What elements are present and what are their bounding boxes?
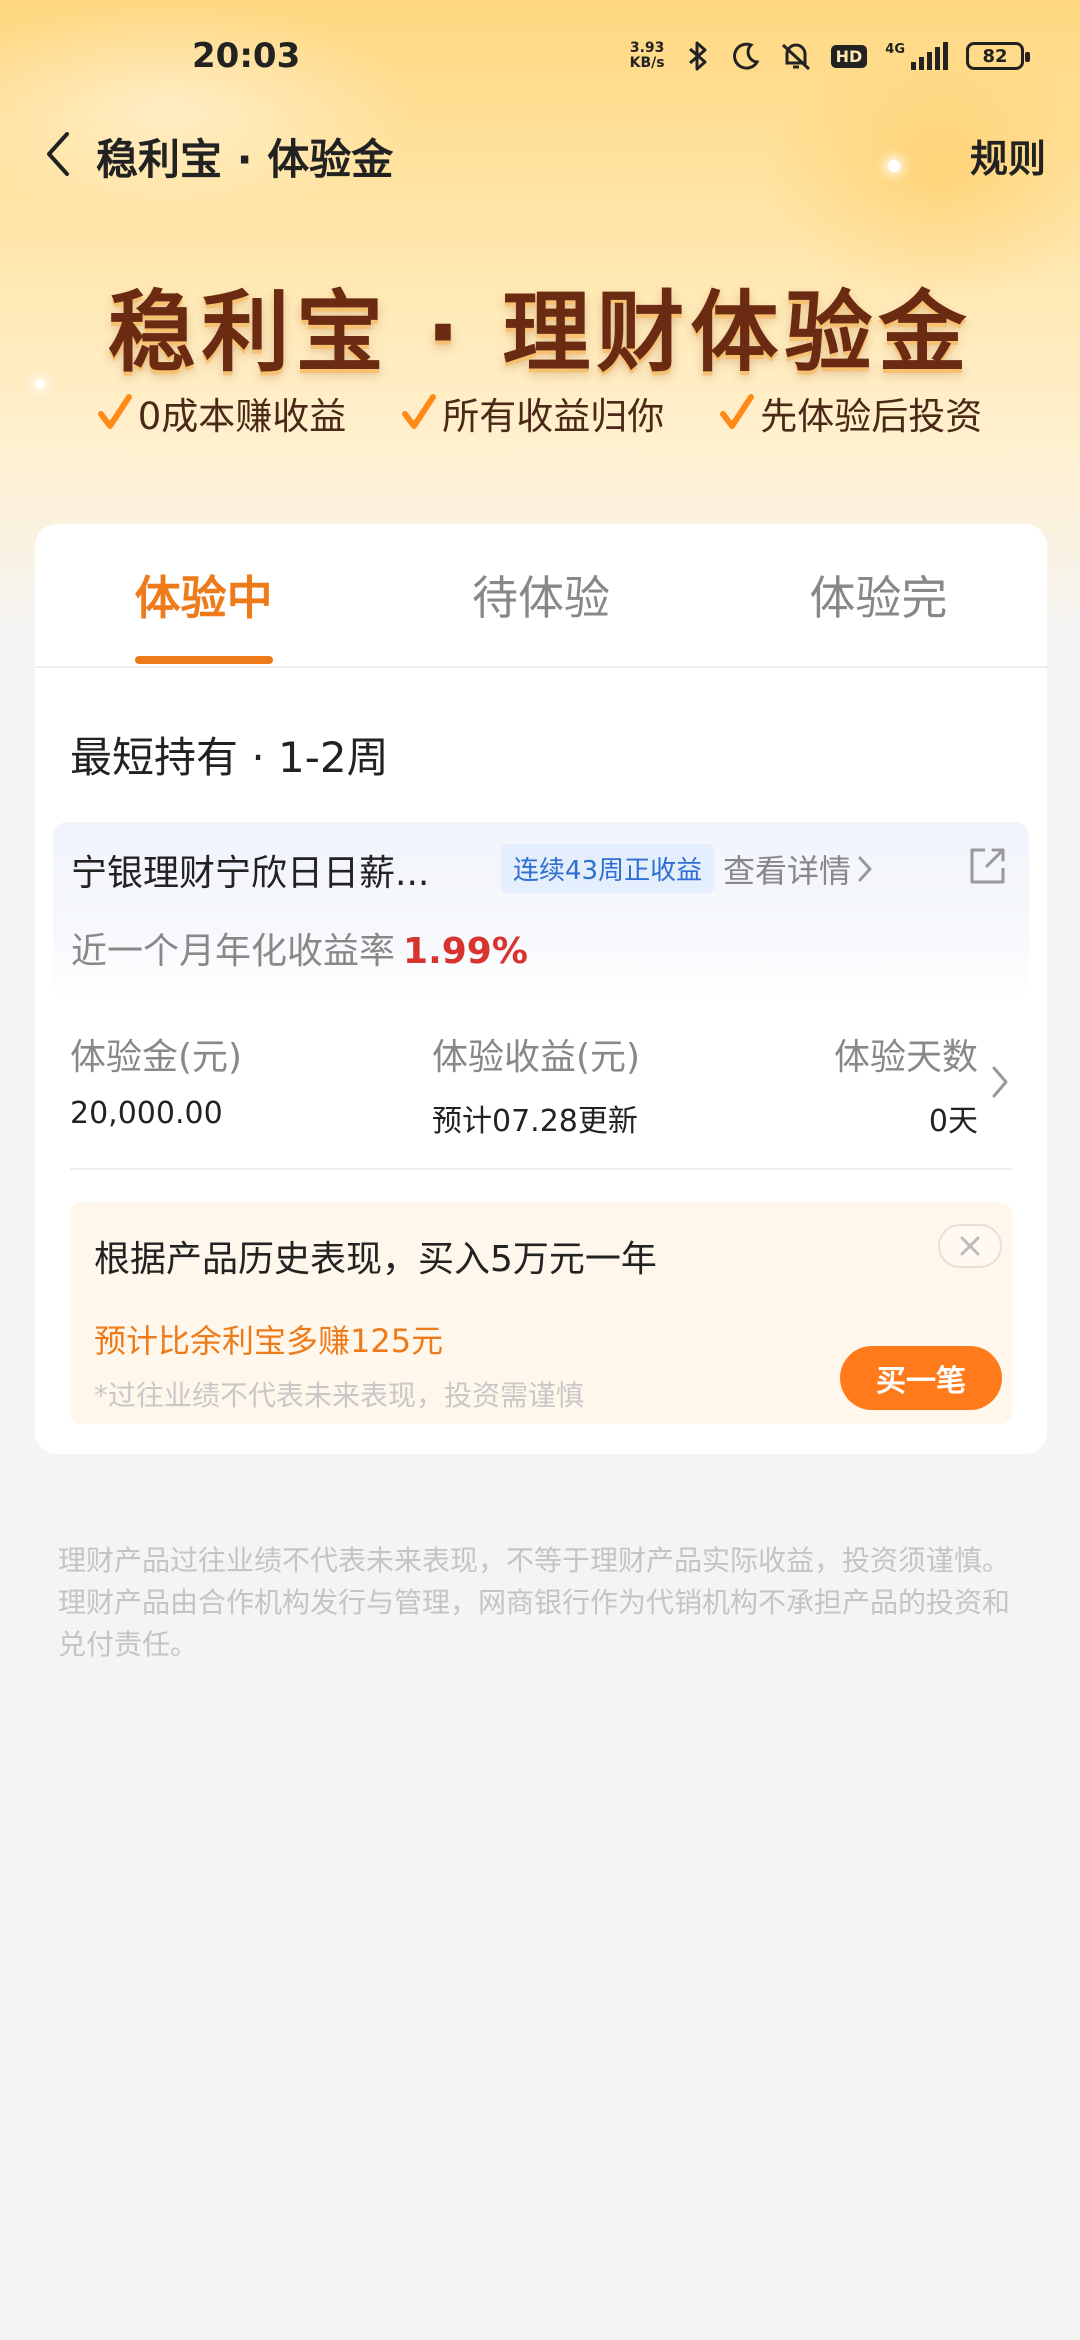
status-bar: 20:03 3.93 KB/s HD 4G 82	[0, 0, 1080, 110]
chevron-left-icon	[47, 132, 69, 176]
feature-item: 0成本赚收益	[97, 386, 347, 440]
feature-item: 所有收益归你	[402, 386, 664, 440]
network-speed-unit: KB/s	[629, 55, 665, 71]
close-icon	[960, 1236, 980, 1256]
stat-value: 0天	[928, 1104, 978, 1139]
tab-in-experience[interactable]: 体验中	[35, 524, 372, 666]
stat-label: 体验收益(元)	[432, 1037, 641, 1078]
tab-label: 体验完	[809, 571, 948, 625]
nav-bar: 稳利宝 · 体验金 规则	[0, 110, 1080, 200]
status-time: 20:03	[192, 36, 301, 76]
check-icon	[720, 394, 755, 429]
tab-completed[interactable]: 体验完	[710, 524, 1047, 666]
check-icon	[97, 394, 132, 429]
hd-badge: HD	[830, 44, 868, 68]
network-speed: 3.93 KB/s	[630, 41, 665, 71]
battery-level: 82	[982, 45, 1008, 67]
battery-icon: 82	[966, 42, 1030, 70]
close-button[interactable]	[938, 1224, 1002, 1268]
banner-title: 稳利宝 · 理财体验金	[107, 281, 973, 384]
network-type: 4G	[885, 41, 905, 57]
promo-card: 根据产品历史表现，买入5万元一年 预计比余利宝多赚125元 *过往业绩不代表未来…	[70, 1202, 1012, 1424]
stat-experience-earnings: 体验收益(元) 预计07.28更新	[432, 1028, 640, 1140]
promo-highlight: 预计比余利宝多赚125元	[94, 1322, 444, 1360]
tab-label: 待体验	[471, 571, 610, 625]
stat-experience-amount: 体验金(元) 20,000.00	[70, 1028, 242, 1131]
moon-icon	[732, 42, 760, 70]
stat-value: 20,000.00	[70, 1096, 223, 1131]
promo-title: 根据产品历史表现，买入5万元一年	[94, 1239, 657, 1280]
tab-pending[interactable]: 待体验	[372, 524, 709, 666]
promo-disclaimer: *过往业绩不代表未来表现，投资需谨慎	[94, 1379, 585, 1412]
back-button[interactable]	[28, 124, 88, 184]
rules-link[interactable]: 规则	[970, 128, 1046, 183]
feature-item: 先体验后投资	[720, 386, 982, 440]
stat-label: 体验天数	[833, 1037, 978, 1078]
chevron-right-icon	[858, 856, 872, 882]
yield-label: 近一个月年化收益率	[71, 931, 396, 972]
feature-list: 0成本赚收益 所有收益归你 先体验后投资	[0, 386, 1080, 440]
check-icon	[402, 394, 437, 429]
stat-label: 体验金(元)	[70, 1037, 243, 1078]
footer-disclaimer: 理财产品过往业绩不代表未来表现，不等于理财产品实际收益，投资须谨慎。理财产品由合…	[58, 1544, 1011, 1661]
view-details-link[interactable]: 查看详情	[723, 846, 873, 892]
chevron-right-icon[interactable]	[988, 1062, 1012, 1102]
tab-bar: 体验中 待体验 体验完	[35, 524, 1047, 668]
product-card[interactable]: 宁银理财宁欣日日薪... 连续43周正收益 查看详情 近一个月年化收益率 1.99…	[53, 822, 1029, 1000]
bluetooth-icon	[688, 41, 707, 71]
yield-row: 近一个月年化收益率 1.99%	[71, 922, 528, 974]
tab-label: 体验中	[134, 571, 273, 625]
experience-card: 体验中 待体验 体验完 最短持有 · 1-2周 宁银理财宁欣日日薪... 连续4…	[35, 524, 1047, 1454]
page-title: 稳利宝 · 体验金	[96, 135, 394, 184]
signal-icon	[911, 42, 948, 70]
holding-period-title: 最短持有 · 1-2周	[70, 733, 389, 782]
feature-label: 先体验后投资	[760, 395, 983, 438]
divider	[70, 1168, 1012, 1170]
view-details-label: 查看详情	[723, 852, 852, 890]
streak-badge: 连续43周正收益	[501, 844, 715, 893]
external-link-icon[interactable]	[967, 846, 1007, 886]
yield-value: 1.99%	[403, 931, 528, 972]
feature-label: 所有收益归你	[442, 395, 665, 438]
feature-label: 0成本赚收益	[137, 395, 347, 438]
product-name: 宁银理财宁欣日日薪...	[71, 853, 430, 894]
stat-value: 预计07.28更新	[432, 1104, 638, 1139]
experience-stats[interactable]: 体验金(元) 20,000.00 体验收益(元) 预计07.28更新 体验天数 …	[70, 1028, 1012, 1152]
status-icons: 3.93 KB/s HD 4G 82	[630, 40, 1030, 72]
buy-button[interactable]: 买一笔	[840, 1346, 1002, 1410]
active-tab-indicator	[134, 656, 273, 664]
network-speed-value: 3.93	[629, 40, 665, 56]
mute-bell-icon	[781, 43, 810, 71]
stat-experience-days: 体验天数 0天	[834, 1028, 978, 1140]
